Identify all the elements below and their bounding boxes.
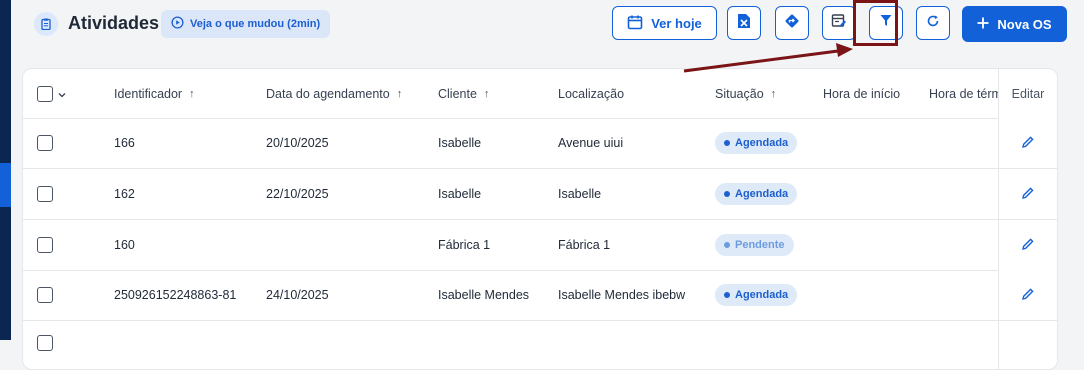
nova-os-button[interactable]: Nova OS (962, 6, 1067, 42)
cell-data: 24/10/2025 (266, 288, 329, 302)
arrow-up-icon: ↑ (770, 87, 777, 100)
row-checkbox[interactable] (37, 335, 53, 351)
select-all[interactable] (37, 69, 66, 118)
cell-cliente: Isabelle Mendes (438, 288, 530, 302)
table-row-partial[interactable] (23, 321, 1057, 369)
row-checkbox[interactable] (37, 237, 53, 253)
column-header-localizacao[interactable]: Localização (558, 69, 624, 118)
whats-new-label: Veja o que mudou (2min) (190, 18, 321, 30)
nova-os-label: Nova OS (997, 16, 1052, 32)
cell-identificador: 160 (114, 238, 135, 252)
edit-table-icon (831, 13, 847, 34)
row-checkbox[interactable] (37, 287, 53, 303)
table-header-row: Identificador ↑ Data do agendamento ↑ Clie… (23, 69, 1057, 119)
cell-data: 20/10/2025 (266, 136, 329, 150)
export-excel-button[interactable] (727, 6, 761, 40)
row-checkbox[interactable] (37, 186, 53, 202)
sidebar-active-item[interactable] (0, 163, 11, 207)
route-button[interactable] (775, 6, 809, 40)
whats-new-button[interactable]: Veja o que mudou (2min) (161, 10, 331, 38)
status-badge: Agendada (715, 132, 798, 154)
page-title: Atividades (68, 13, 160, 33)
select-all-checkbox[interactable] (37, 85, 53, 102)
ver-hoje-button[interactable]: Ver hoje (612, 6, 717, 40)
cell-identificador: 166 (114, 136, 135, 150)
cell-cliente: Isabelle (438, 136, 482, 150)
cell-localizacao: Isabelle (558, 187, 602, 201)
activities-table: Identificador ↑ Data do agendamento ↑ Clie… (22, 68, 1058, 370)
refresh-icon (926, 14, 940, 33)
route-icon (784, 13, 800, 34)
plus-icon (977, 17, 989, 32)
arrow-up-icon: ↑ (396, 87, 403, 100)
column-header-identificador[interactable]: Identificador ↑ (114, 69, 195, 118)
table-row[interactable]: 166 20/10/2025 Isabelle Avenue uiui Agen… (23, 118, 1057, 169)
column-header-hora-inicio[interactable]: Hora de início (823, 69, 900, 118)
pencil-icon[interactable] (1022, 135, 1034, 151)
status-badge: Pendente (715, 234, 794, 256)
column-header-editar: Editar (998, 69, 1057, 118)
refresh-button[interactable] (916, 6, 950, 40)
edit-button[interactable] (998, 118, 1057, 168)
pencil-icon[interactable] (1022, 186, 1034, 202)
cell-localizacao: Avenue uiui (558, 136, 624, 150)
table-row[interactable]: 250926152248863-81 24/10/2025 Isabelle M… (23, 270, 1057, 321)
arrow-up-icon: ↑ (189, 87, 195, 100)
column-header-data[interactable]: Data do agendamento ↑ (266, 69, 402, 118)
ver-hoje-label: Ver hoje (651, 15, 702, 31)
arrow-up-icon: ↑ (483, 87, 490, 100)
cell-cliente: Isabelle (438, 187, 482, 201)
edit-button[interactable] (998, 270, 1057, 320)
edit-column-cell (998, 321, 1057, 369)
column-header-situacao[interactable]: Situação ↑ (715, 69, 776, 118)
cell-cliente: Fábrica 1 (438, 238, 491, 252)
clipboard-icon (34, 12, 58, 36)
cell-localizacao: Isabelle Mendes ibebw (558, 288, 686, 302)
edit-button[interactable] (998, 220, 1057, 270)
status-badge: Agendada (715, 284, 798, 306)
cell-identificador: 250926152248863-81 (114, 288, 237, 302)
play-circle-icon (171, 16, 184, 32)
edit-button[interactable] (998, 169, 1057, 219)
cell-localizacao: Fábrica 1 (558, 238, 611, 252)
table-row[interactable]: 160 Fábrica 1 Fábrica 1 Pendente (23, 220, 1057, 271)
edit-table-button[interactable] (822, 6, 856, 40)
pencil-icon[interactable] (1022, 237, 1034, 253)
row-checkbox[interactable] (37, 135, 53, 151)
page-header: Atividades Veja o que mudou (2min) Ver h… (11, 0, 1084, 52)
pencil-icon[interactable] (1022, 287, 1034, 303)
status-badge: Agendada (715, 183, 798, 205)
cell-identificador: 162 (114, 187, 135, 201)
annotation-arrow (683, 43, 853, 73)
table-row[interactable]: 162 22/10/2025 Isabelle Isabelle Agendad… (23, 169, 1057, 220)
cell-data: 22/10/2025 (266, 187, 329, 201)
column-header-cliente[interactable]: Cliente ↑ (438, 69, 489, 118)
excel-icon (737, 13, 751, 34)
calendar-icon (627, 14, 643, 33)
chevron-down-icon[interactable] (58, 87, 66, 101)
